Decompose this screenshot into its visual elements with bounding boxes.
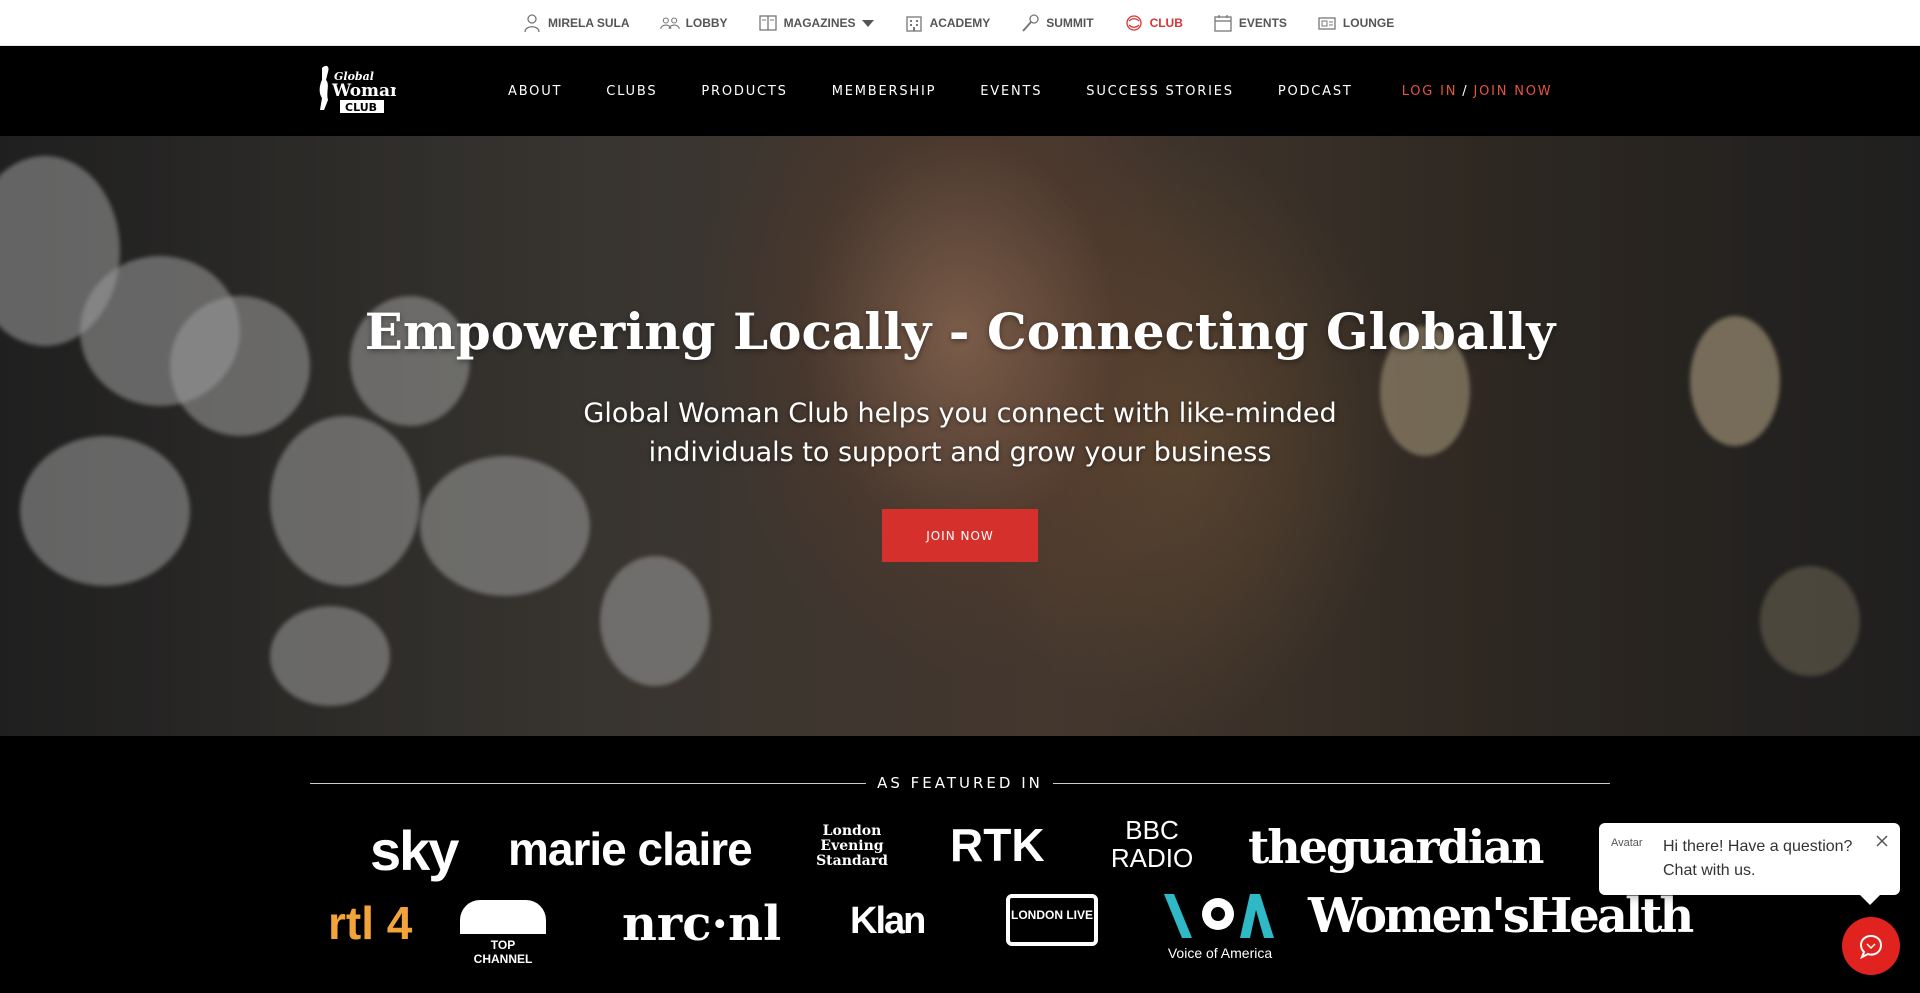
main-navigation: Global Woman CLUB ABOUT CLUBS PRODUCTS M… (0, 46, 1920, 136)
logo-marie-claire: marie claire (508, 823, 753, 875)
featured-heading: AS FEATURED IN (877, 774, 1043, 792)
chat-launcher-button[interactable] (1842, 917, 1900, 975)
utility-bar-items: MIRELA SULA LOBBY MAGAZINES ACADEMY SUMM… (522, 0, 1424, 46)
nav-membership[interactable]: MEMBERSHIP (832, 84, 937, 99)
hero-join-now-button[interactable]: JOIN NOW (882, 509, 1038, 562)
logo-text-club: CLUB (345, 101, 377, 114)
microphone-icon (1022, 14, 1039, 32)
logo-sky: sky (370, 819, 459, 882)
utility-item-lounge[interactable]: LOUNGE (1317, 13, 1394, 33)
utility-item-lobby[interactable]: LOBBY (659, 13, 728, 33)
utility-item-label: LOBBY (685, 16, 728, 30)
avatar-alt-text: Avatar (1611, 837, 1643, 849)
utility-bar: MIRELA SULA LOBBY MAGAZINES ACADEMY SUMM… (0, 0, 1920, 46)
nav-success-stories[interactable]: SUCCESS STORIES (1086, 84, 1234, 99)
utility-item-events[interactable]: EVENTS (1213, 13, 1287, 33)
hero-subtitle: Global Woman Club helps you connect with… (583, 398, 1337, 468)
logo-text-woman: Woman (331, 81, 396, 101)
logo-rtl4: rtl 4 (328, 897, 413, 949)
voa-label: Voice of America (1167, 945, 1273, 961)
logo-voice-of-america: Voice of America (1160, 892, 1280, 961)
utility-item-label: MAGAZINES (783, 16, 856, 30)
login-link[interactable]: LOG IN (1402, 84, 1458, 99)
logo-the-guardian: theguardian (1248, 820, 1544, 874)
logo-evening-standard: London Evening Standard (816, 823, 888, 869)
utility-item-magazines[interactable]: MAGAZINES (758, 13, 874, 33)
nav-events[interactable]: EVENTS (980, 84, 1042, 99)
logo-london-live: LONDON LIVE (1006, 894, 1098, 946)
calendar-icon (1214, 15, 1232, 32)
utility-item-label: LOUNGE (1342, 16, 1395, 30)
auth-links: LOG IN / JOIN NOW (1402, 84, 1553, 99)
auth-separator: / (1462, 83, 1469, 99)
building-icon (905, 16, 922, 32)
hero-title: Empowering Locally - Connecting Globally (364, 302, 1556, 361)
voa-mark-icon (1164, 894, 1274, 938)
utility-item-label: CLUB (1149, 16, 1183, 30)
nav-clubs[interactable]: CLUBS (606, 84, 657, 99)
magazine-icon (758, 15, 777, 31)
logo-rtk: RTK (950, 819, 1045, 871)
nav-products[interactable]: PRODUCTS (701, 84, 787, 99)
chat-message: Hi there! Have a question? Chat with us. (1663, 838, 1853, 879)
nav-about[interactable]: ABOUT (508, 84, 562, 99)
utility-item-academy[interactable]: ACADEMY (904, 13, 991, 33)
hero-section: Empowering Locally - Connecting Globally… (0, 136, 1920, 736)
person-icon (524, 14, 540, 33)
join-now-link[interactable]: JOIN NOW (1473, 84, 1552, 99)
logo-top-channel: TOP CHANNEL (460, 900, 546, 966)
group-icon (659, 17, 680, 29)
utility-item-club[interactable]: CLUB (1124, 13, 1183, 33)
logo-womens-health: Women'sHealth (1308, 888, 1694, 944)
club-icon (1125, 15, 1142, 31)
utility-item-label: EVENTS (1238, 16, 1287, 30)
logo-nrc-nl: nrc·nl (622, 896, 782, 952)
global-woman-club-logo[interactable]: Global Woman CLUB (314, 62, 402, 116)
close-icon[interactable] (1874, 833, 1890, 849)
logo-graphic: Global Woman CLUB (319, 65, 402, 114)
utility-item-label: ACADEMY (929, 16, 991, 30)
utility-item-label: SUMMIT (1046, 16, 1094, 30)
utility-item-mirela-sula[interactable]: MIRELA SULA (522, 13, 630, 33)
logo-klan: Klan (850, 900, 926, 942)
nav-links: ABOUT CLUBS PRODUCTS MEMBERSHIP EVENTS S… (508, 46, 1552, 136)
chat-popup[interactable]: Avatar Hi there! Have a question? Chat w… (1599, 823, 1900, 905)
utility-item-summit[interactable]: SUMMIT (1020, 13, 1094, 33)
lounge-icon (1318, 17, 1336, 30)
logo-bbc-radio: BBC RADIO (1110, 815, 1194, 873)
chevron-down-icon (861, 19, 874, 27)
nav-podcast[interactable]: PODCAST (1278, 84, 1353, 99)
chat-avatar: Avatar (1611, 837, 1651, 873)
chat-bubble-icon (1859, 934, 1883, 960)
utility-item-label: MIRELA SULA (548, 16, 630, 30)
